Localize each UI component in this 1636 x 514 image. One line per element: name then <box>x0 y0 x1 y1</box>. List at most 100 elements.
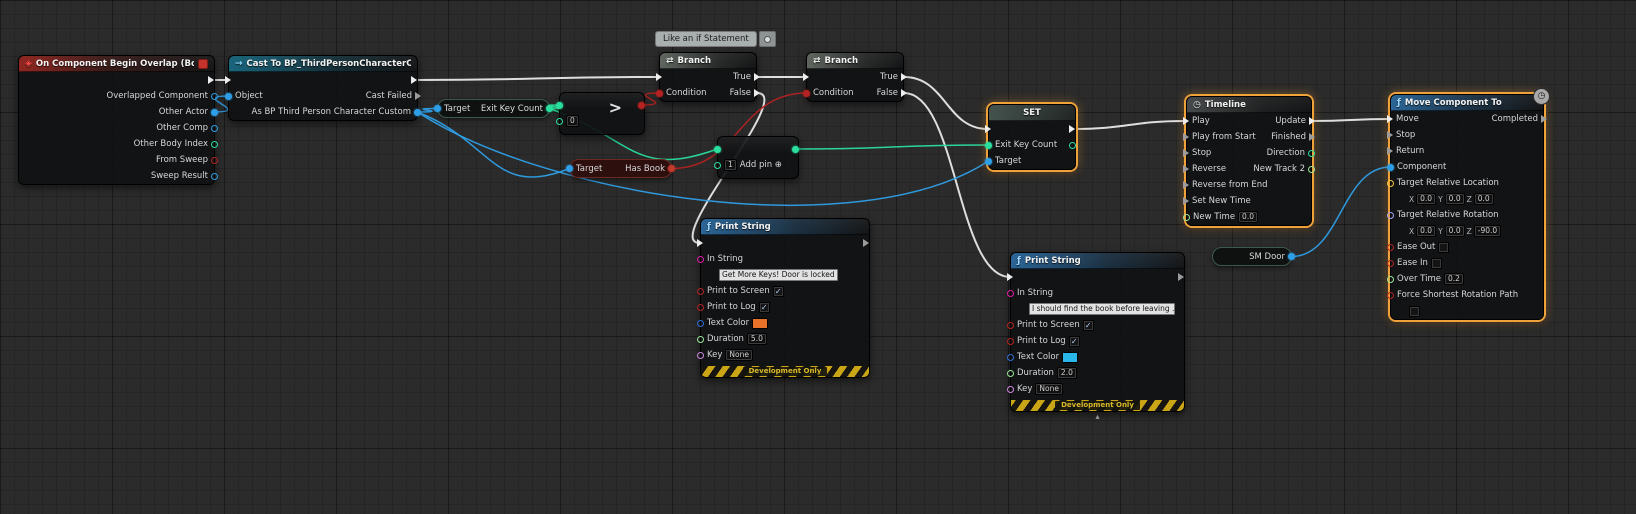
vector-input[interactable]: X 0.0 Y 0.0 Z -90.0 <box>1409 225 1502 237</box>
checkbox[interactable] <box>1430 257 1442 269</box>
event-otheractor-pin[interactable] <box>211 108 218 116</box>
value-box[interactable]: 0.0 <box>1473 193 1494 205</box>
pin-pin[interactable] <box>1007 289 1014 297</box>
value-box[interactable]: 0.0 <box>1444 225 1465 237</box>
ps2-in-pin[interactable] <box>1007 273 1013 281</box>
node-header[interactable]: ⇄ Branch <box>660 53 756 69</box>
node-header[interactable]: ◈On Component Begin Overlap (Box collisi… <box>19 56 214 72</box>
pin-pin[interactable] <box>1387 275 1394 283</box>
pin-pin[interactable] <box>1387 259 1394 267</box>
door-out-pin[interactable] <box>1288 253 1295 260</box>
node-get-sm-door[interactable]: SM Door <box>1212 247 1295 266</box>
color-swatch[interactable] <box>752 317 769 329</box>
pin-pin[interactable] <box>1541 115 1547 123</box>
gek-out-pin[interactable] <box>546 105 553 112</box>
cast-aschar-pin[interactable] <box>414 108 421 116</box>
node-get-exit-key-count[interactable]: Target Exit Key Count <box>434 99 553 118</box>
node-get-has-book[interactable]: Target Has Book <box>566 159 675 178</box>
node-print-string-2[interactable]: ƒ Print String In String I should find the … <box>1007 252 1185 421</box>
value-box[interactable]: None <box>725 349 753 361</box>
pin-pin[interactable] <box>697 255 704 263</box>
pin-pin[interactable] <box>863 239 869 247</box>
node-move-component-to[interactable]: ƒ Move Component To ◷ Move Completed Stop Retu… <box>1387 88 1550 320</box>
b2-cond-pin[interactable] <box>803 89 810 97</box>
b1-in-pin[interactable] <box>656 73 662 81</box>
pin-pin[interactable] <box>1308 165 1315 173</box>
pin-pin[interactable] <box>211 172 218 180</box>
pin-pin[interactable] <box>1183 133 1189 141</box>
collapse-arrow-icon[interactable]: ▴ <box>1095 412 1099 421</box>
b1-cond-pin[interactable] <box>656 89 663 97</box>
node-header[interactable]: ƒ Print String <box>701 219 869 235</box>
bubble-pin-icon[interactable] <box>758 31 776 47</box>
node-header[interactable]: ⇄ Branch <box>807 53 903 69</box>
pin-pin[interactable] <box>1069 141 1076 149</box>
pin-pin[interactable] <box>1007 353 1014 361</box>
node-greater-than[interactable]: >0 <box>556 92 645 135</box>
cast-execout-pin[interactable] <box>411 76 417 84</box>
value-box[interactable]: 0.0 <box>1416 225 1437 237</box>
pin-pin[interactable] <box>415 92 421 100</box>
b2-false-pin[interactable] <box>901 89 907 97</box>
blueprint-graph-canvas[interactable]: ◈On Component Begin Overlap (Box collisi… <box>0 0 1636 514</box>
hb-out-pin[interactable] <box>668 165 675 172</box>
text-input[interactable]: I should find the book before leaving ..… <box>1029 303 1175 315</box>
gt-a-pin[interactable] <box>556 101 563 109</box>
pin-pin[interactable] <box>1183 213 1190 221</box>
pin-pin[interactable] <box>697 319 704 327</box>
node-timeline[interactable]: ◷ Timeline Play Update Play from Start Finish… <box>1183 96 1315 226</box>
pin-pin[interactable] <box>1183 149 1189 157</box>
event-exec-pin[interactable] <box>208 76 214 84</box>
value-box[interactable]: 1 <box>724 159 737 171</box>
pin-pin[interactable] <box>1007 337 1014 345</box>
pin-pin[interactable] <box>1007 321 1014 329</box>
pin-pin[interactable] <box>211 92 218 100</box>
pin-pin[interactable] <box>1387 211 1394 219</box>
vector-input[interactable]: X 0.0 Y 0.0 Z 0.0 <box>1409 193 1494 205</box>
node-print-string-1[interactable]: ƒ Print String In String Get More Keys! Doo… <box>697 218 870 378</box>
checkbox[interactable] <box>1438 241 1450 253</box>
ps1-in-pin[interactable] <box>697 239 703 247</box>
pin-pin[interactable] <box>1007 385 1014 393</box>
pin-pin[interactable] <box>697 303 704 311</box>
value-box[interactable]: 0.2 <box>1443 273 1464 285</box>
pin-pin[interactable] <box>211 156 218 164</box>
checkbox[interactable] <box>1409 305 1420 317</box>
cast-execin-pin[interactable] <box>225 76 231 84</box>
color-swatch[interactable] <box>1062 351 1079 363</box>
set-val-pin[interactable] <box>985 141 992 149</box>
checkbox[interactable]: ✓ <box>758 301 770 313</box>
pin-pin[interactable] <box>211 140 218 148</box>
node-branch-2[interactable]: ⇄ Branch True Condition False <box>803 52 907 102</box>
pin-pin[interactable] <box>1387 147 1393 155</box>
checkbox[interactable]: ✓ <box>1068 335 1080 347</box>
node-cast-to-bp-thirdpersoncharactercustom[interactable]: →Cast To BP_ThirdPersonCharacterCustom Ob… <box>225 55 421 121</box>
b1-false-pin[interactable] <box>754 89 760 97</box>
node-set-exit-key-count[interactable]: SET Exit Key Count Target <box>985 104 1076 170</box>
value-box[interactable]: 5.0 <box>746 333 767 345</box>
node-on-component-begin-overlap[interactable]: ◈On Component Begin Overlap (Box collisi… <box>18 55 218 185</box>
node-header[interactable]: →Cast To BP_ThirdPersonCharacterCustom <box>229 56 417 72</box>
pin-pin[interactable] <box>556 117 563 125</box>
tl-update-pin[interactable] <box>1309 117 1315 125</box>
hb-target-pin[interactable] <box>566 165 573 172</box>
value-box[interactable]: -90.0 <box>1473 225 1502 237</box>
pin-pin[interactable] <box>1183 197 1189 205</box>
pin-pin[interactable] <box>1308 149 1315 157</box>
mv-comp-pin[interactable] <box>1387 163 1394 171</box>
comment-bubble[interactable]: Like an if Statement <box>655 31 776 47</box>
set-in-pin[interactable] <box>985 125 991 133</box>
pin-pin[interactable] <box>714 161 721 169</box>
pin-pin[interactable] <box>697 351 704 359</box>
cast-object-pin[interactable] <box>225 92 232 100</box>
node-header[interactable]: ƒ Print String <box>1011 253 1184 269</box>
pin-pin[interactable] <box>697 287 704 295</box>
pin-pin[interactable] <box>697 335 704 343</box>
mv-move-pin[interactable] <box>1387 115 1393 123</box>
node-branch-1[interactable]: ⇄ Branch True Condition False <box>656 52 760 102</box>
pin-pin[interactable] <box>1387 131 1393 139</box>
node-add[interactable]: 1 Add pin ⊕ <box>714 136 799 179</box>
add-a-pin[interactable] <box>714 145 721 153</box>
pin-pin[interactable] <box>1007 369 1014 377</box>
node-header[interactable]: ◷ Timeline <box>1187 97 1311 113</box>
